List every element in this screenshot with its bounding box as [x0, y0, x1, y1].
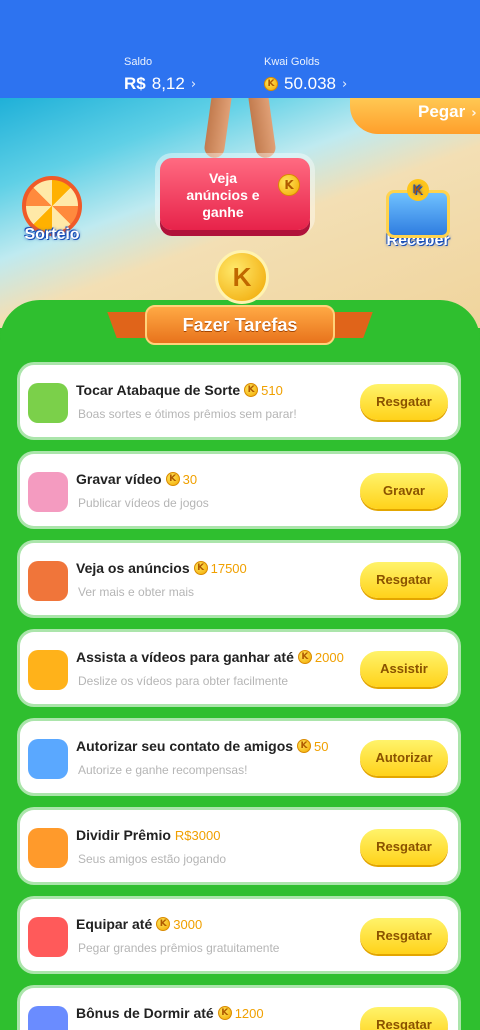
task-title: Veja os anúncios [76, 560, 190, 576]
task-title-row: Tocar Atabaque de Sorte K 510 [76, 382, 283, 398]
task-card: Bônus de Dormir até K 1200 Resgatar [20, 988, 458, 1030]
kwai-coin-icon: K [217, 1006, 232, 1020]
golds-stat[interactable]: Kwai Golds K 50.038 › [264, 56, 347, 94]
task-reward-value: 50 [314, 738, 329, 754]
task-icon [28, 739, 68, 779]
task-reward-value: 1200 [234, 1005, 264, 1021]
task-reward-value: 510 [261, 382, 283, 398]
character-leg-illustration [203, 98, 233, 160]
task-action-button[interactable]: Resgatar [360, 384, 448, 420]
task-reward: K 2000 [297, 649, 344, 665]
task-reward: K 1200 [217, 1005, 264, 1021]
task-action-button[interactable]: Assistir [360, 651, 448, 687]
task-icon [28, 561, 68, 601]
tasks-banner-title: Fazer Tarefas [145, 305, 335, 345]
balance-label: Saldo [124, 56, 153, 68]
k-coin-icon: K [215, 250, 269, 304]
task-subtitle: Pegar grandes prêmios gratuitamente [78, 941, 280, 955]
task-reward: R$3000 [175, 828, 221, 843]
task-title: Assista a vídeos para ganhar até [76, 649, 294, 665]
task-subtitle: Seus amigos estão jogando [78, 852, 227, 866]
task-title-row: Bônus de Dormir até K 1200 [76, 1005, 264, 1021]
task-title: Tocar Atabaque de Sorte [76, 382, 241, 398]
balance-stat[interactable]: Saldo R$ 8,12 › [124, 56, 196, 94]
task-icon [28, 650, 68, 690]
task-card: Tocar Atabaque de Sorte K 510 Boas sortes e… [20, 365, 458, 437]
kwai-coin-icon: K [264, 77, 278, 91]
task-subtitle: Autorize e ganhe recompensas! [78, 763, 248, 777]
task-reward-value: 30 [182, 471, 198, 487]
task-reward: K 3000 [156, 917, 202, 932]
task-title: Dividir Prêmio [76, 827, 171, 843]
task-icon [28, 1006, 68, 1030]
golds-label: Kwai Golds [264, 56, 320, 68]
pegar-label: Pegar [418, 102, 466, 121]
chevron-right-icon: › [342, 76, 348, 92]
task-reward-value: 2000 [314, 649, 344, 665]
kwai-coin-icon: K [165, 472, 180, 486]
pegar-button[interactable]: Pegar › [350, 98, 480, 134]
kwai-coin-icon: K [156, 917, 171, 931]
task-subtitle: Ver mais e obter mais [78, 585, 195, 599]
kwai-coin-icon: K [244, 383, 259, 397]
sorteio-label: Sorteio [24, 226, 80, 243]
task-reward-value: 17500 [210, 560, 247, 576]
golds-value: 50.038 [284, 74, 336, 93]
golds-value-row[interactable]: K 50.038 › [264, 74, 347, 94]
task-action-button[interactable]: Resgatar [360, 1007, 448, 1030]
character-leg-illustration [247, 98, 277, 160]
task-title: Gravar vídeo [76, 471, 162, 487]
task-title-row: Gravar vídeo K 30 [76, 471, 197, 487]
task-title-row: Autorizar seu contato de amigos K 50 [76, 738, 329, 754]
gift-box-icon [386, 179, 450, 238]
balance-currency: R$ [124, 74, 146, 93]
task-subtitle: Deslize os vídeos para obter facilmente [78, 674, 289, 688]
task-reward-value: R$3000 [174, 827, 221, 843]
task-title: Autorizar seu contato de amigos [76, 738, 294, 754]
task-card: Gravar vídeo K 30 Publicar vídeos de jogos G… [20, 454, 458, 526]
task-action-button[interactable]: Resgatar [360, 562, 448, 598]
task-icon [28, 828, 68, 868]
task-action-button[interactable]: Resgatar [360, 918, 448, 954]
task-card: Autorizar seu contato de amigos K 50 Autori… [20, 721, 458, 793]
task-title-row: Assista a vídeos para ganhar até K 2000 [76, 649, 344, 665]
task-card: Equipar até K 3000 Pegar grandes prêmios gr… [20, 899, 458, 971]
task-reward: K 510 [244, 383, 283, 398]
chevron-right-icon: › [471, 106, 477, 121]
receber-button[interactable]: Receber [378, 179, 458, 250]
task-action-button[interactable]: Gravar [360, 473, 448, 509]
task-title-row: Veja os anúncios K 17500 [76, 560, 247, 576]
balance-value-row[interactable]: R$ 8,12 › [124, 74, 196, 94]
task-reward: K 17500 [193, 560, 247, 576]
task-subtitle: Boas sortes e ótimos prêmios sem parar! [78, 407, 297, 421]
watch-ads-button[interactable]: Veja anúncios e ganhe K [160, 158, 310, 230]
kwai-coin-icon: K [297, 739, 312, 753]
task-reward-value: 3000 [173, 916, 203, 932]
wallet-header: Saldo R$ 8,12 › Kwai Golds K 50.038 › [0, 0, 480, 98]
kwai-coin-icon: K [297, 650, 312, 664]
task-title-row: Equipar até K 3000 [76, 916, 202, 932]
task-icon [28, 917, 68, 957]
task-title: Bônus de Dormir até [76, 1005, 214, 1021]
task-icon [28, 383, 68, 423]
kwai-coin-icon: K [278, 174, 300, 196]
task-title: Equipar até [76, 916, 153, 932]
task-action-button[interactable]: Autorizar [360, 740, 448, 776]
task-subtitle: Publicar vídeos de jogos [78, 496, 209, 510]
task-card: Dividir Prêmio R$3000 Seus amigos estão jo… [20, 810, 458, 882]
task-action-button[interactable]: Resgatar [360, 829, 448, 865]
task-reward: K 30 [165, 471, 198, 487]
task-card: Veja os anúncios K 17500 Ver mais e obter m… [20, 543, 458, 615]
task-card: Assista a vídeos para ganhar até K 2000 Des… [20, 632, 458, 704]
sorteio-button[interactable]: Sorteio [16, 176, 88, 244]
balance-value: 8,12 [151, 74, 185, 93]
chevron-right-icon: › [190, 76, 197, 92]
task-icon [28, 472, 68, 512]
watch-ads-label: Veja anúncios e ganhe [186, 170, 260, 220]
kwai-coin-icon: K [193, 561, 208, 575]
task-title-row: Dividir Prêmio R$3000 [76, 827, 220, 843]
task-reward: K 50 [297, 738, 329, 754]
